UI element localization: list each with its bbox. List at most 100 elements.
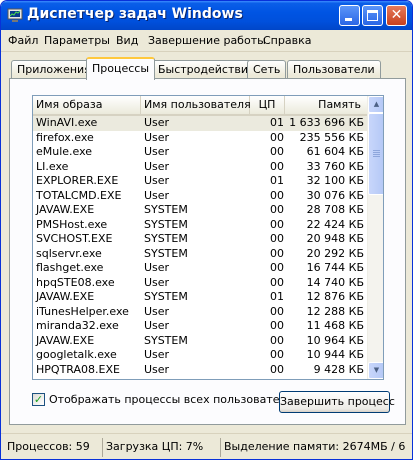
process-cpu: 01 <box>270 116 284 129</box>
grip-line <box>373 156 380 157</box>
process-memory: 33 760 КБ <box>306 159 364 173</box>
table-row[interactable]: sqlservr.exe SYSTEM 00 20 292 КБ <box>33 247 367 262</box>
arrow-up-icon: ▲ <box>373 100 380 108</box>
process-memory: 16 744 КБ <box>306 261 364 274</box>
process-name: WinAVI.exe <box>36 116 98 129</box>
minimize-button[interactable] <box>339 5 360 26</box>
process-memory: 9 316 КБ <box>285 377 364 379</box>
tab-applications[interactable]: Приложения <box>11 60 97 79</box>
process-cpu: 00 <box>270 203 284 216</box>
task-manager-icon <box>7 8 23 22</box>
table-row[interactable]: JAVAW.EXE SYSTEM 00 10 964 КБ <box>33 334 367 349</box>
task-manager-window: Диспетчер задач Windows ✕ Файл Параметры… <box>0 0 413 460</box>
table-row[interactable]: eMule.exe User 00 61 604 КБ <box>33 145 367 160</box>
table-row[interactable]: TOTALCMD.EXE User 00 30 076 КБ <box>33 189 367 204</box>
table-row[interactable]: firefox.exe User 00 235 556 КБ <box>33 131 367 146</box>
process-user: SYSTEM <box>144 246 188 260</box>
end-process-button[interactable]: Завершить процесс <box>279 391 395 413</box>
process-cpu: 00 <box>270 145 284 158</box>
scroll-down-button[interactable]: ▼ <box>368 362 383 379</box>
menu-help[interactable]: Справка <box>263 34 311 47</box>
process-name: PMSHost.exe <box>36 217 108 231</box>
table-row[interactable]: iTunesHelper.exe User 00 12 288 КБ <box>33 305 367 320</box>
process-user: User <box>144 261 170 274</box>
menu-options[interactable]: Параметры <box>44 34 110 47</box>
process-memory: 10 964 КБ <box>306 333 364 347</box>
process-user: User <box>144 116 170 129</box>
table-row[interactable]: HPQTRA08.EXE User 00 9 428 КБ <box>33 363 367 378</box>
process-memory: 1 633 696 КБ <box>289 116 364 129</box>
process-memory: 30 076 КБ <box>306 188 364 202</box>
column-user-name[interactable]: Имя пользователя <box>141 96 251 114</box>
title-bar[interactable]: Диспетчер задач Windows ✕ <box>1 1 412 30</box>
table-row[interactable]: SVCHOST.EXE SYSTEM 00 20 948 КБ <box>33 232 367 247</box>
table-row[interactable]: WinAVI.exe User 01 1 633 696 КБ <box>33 116 367 131</box>
tab-network[interactable]: Сеть <box>247 60 287 79</box>
table-row[interactable]: PMSHost.exe SYSTEM 00 22 424 КБ <box>33 218 367 233</box>
process-user: User <box>144 319 170 332</box>
column-cpu[interactable]: ЦП <box>250 96 285 114</box>
column-image-name[interactable]: Имя образа <box>33 96 141 114</box>
process-cpu: 00 <box>270 217 284 231</box>
process-user: SYSTEM <box>144 217 188 231</box>
tab-users[interactable]: Пользователи <box>287 60 381 79</box>
tab-strip: Приложения Процессы Быстродействие Сеть … <box>9 57 409 80</box>
scroll-up-button[interactable]: ▲ <box>368 96 383 113</box>
tab-performance[interactable]: Быстродействие <box>152 60 261 79</box>
status-cpu-usage: Загрузка ЦП: 7% <box>102 438 220 457</box>
close-button[interactable]: ✕ <box>386 5 407 26</box>
process-name: sqlservr.exe <box>36 246 102 260</box>
tab-processes[interactable]: Процессы <box>86 57 156 80</box>
table-row[interactable]: JAVAW.EXE SYSTEM 01 12 876 КБ <box>33 290 367 305</box>
process-cpu: 00 <box>260 377 284 379</box>
table-row[interactable]: JAVAW.EXE SYSTEM 00 28 708 КБ <box>33 203 367 218</box>
table-row[interactable]: LI.exe User 00 33 760 КБ <box>33 160 367 175</box>
table-row[interactable]: googletalk.exe User 00 10 944 КБ <box>33 348 367 363</box>
vertical-scrollbar[interactable]: ▲ ▼ <box>367 96 383 379</box>
menu-shutdown[interactable]: Завершение работы <box>148 34 266 47</box>
process-name: EXPLORER.EXE <box>36 174 119 187</box>
process-name: flashget.exe <box>36 261 104 274</box>
process-memory: 12 876 КБ <box>306 290 364 303</box>
process-list[interactable]: Имя образа Имя пользователя ЦП Память Wi… <box>32 95 384 380</box>
column-memory[interactable]: Память <box>285 96 367 114</box>
process-cpu: 00 <box>270 275 284 289</box>
process-name: JAVAW.EXE <box>36 290 95 303</box>
process-cpu: 00 <box>270 130 284 144</box>
process-memory: 22 424 КБ <box>306 217 364 231</box>
process-user: User <box>144 304 170 318</box>
menu-view[interactable]: Вид <box>116 34 138 47</box>
process-user: SYSTEM <box>144 232 188 245</box>
processes-panel: Имя образа Имя пользователя ЦП Память Wi… <box>9 78 406 425</box>
process-user: User <box>144 159 170 173</box>
process-name: miranda32.exe <box>36 319 119 332</box>
table-row[interactable]: miranda32.exe User 00 11 468 КБ <box>33 319 367 334</box>
table-row[interactable]: hpqimzone.exe User 009 316 КБ <box>33 377 367 379</box>
process-cpu: 00 <box>270 362 284 376</box>
table-row[interactable]: hpqSTE08.exe User 00 14 740 КБ <box>33 276 367 291</box>
process-user: SYSTEM <box>144 333 188 347</box>
process-cpu: 01 <box>270 290 284 303</box>
process-cpu: 00 <box>270 232 284 245</box>
process-memory: 61 604 КБ <box>306 145 364 158</box>
process-cpu: 00 <box>270 333 284 347</box>
minimize-icon <box>345 18 352 21</box>
process-user: User <box>144 145 170 158</box>
process-memory: 14 740 КБ <box>306 275 364 289</box>
maximize-button[interactable] <box>362 5 383 26</box>
grip-line <box>373 150 380 151</box>
process-name: iTunesHelper.exe <box>36 304 129 318</box>
menu-file[interactable]: Файл <box>8 34 38 47</box>
scroll-thumb[interactable] <box>368 113 383 195</box>
show-all-users-checkbox[interactable]: ✓ <box>32 393 45 406</box>
process-name: JAVAW.EXE <box>36 203 95 216</box>
table-row[interactable]: flashget.exe User 00 16 744 КБ <box>33 261 367 276</box>
checkmark-icon: ✓ <box>33 393 44 406</box>
process-cpu: 00 <box>270 348 284 361</box>
process-user: User <box>144 377 169 379</box>
process-memory: 20 292 КБ <box>306 246 364 260</box>
process-memory: 11 468 КБ <box>306 319 364 332</box>
process-name: firefox.exe <box>36 130 94 144</box>
table-row[interactable]: EXPLORER.EXE User 01 32 100 КБ <box>33 174 367 189</box>
menu-bar: Файл Параметры Вид Завершение работы Спр… <box>1 30 412 52</box>
